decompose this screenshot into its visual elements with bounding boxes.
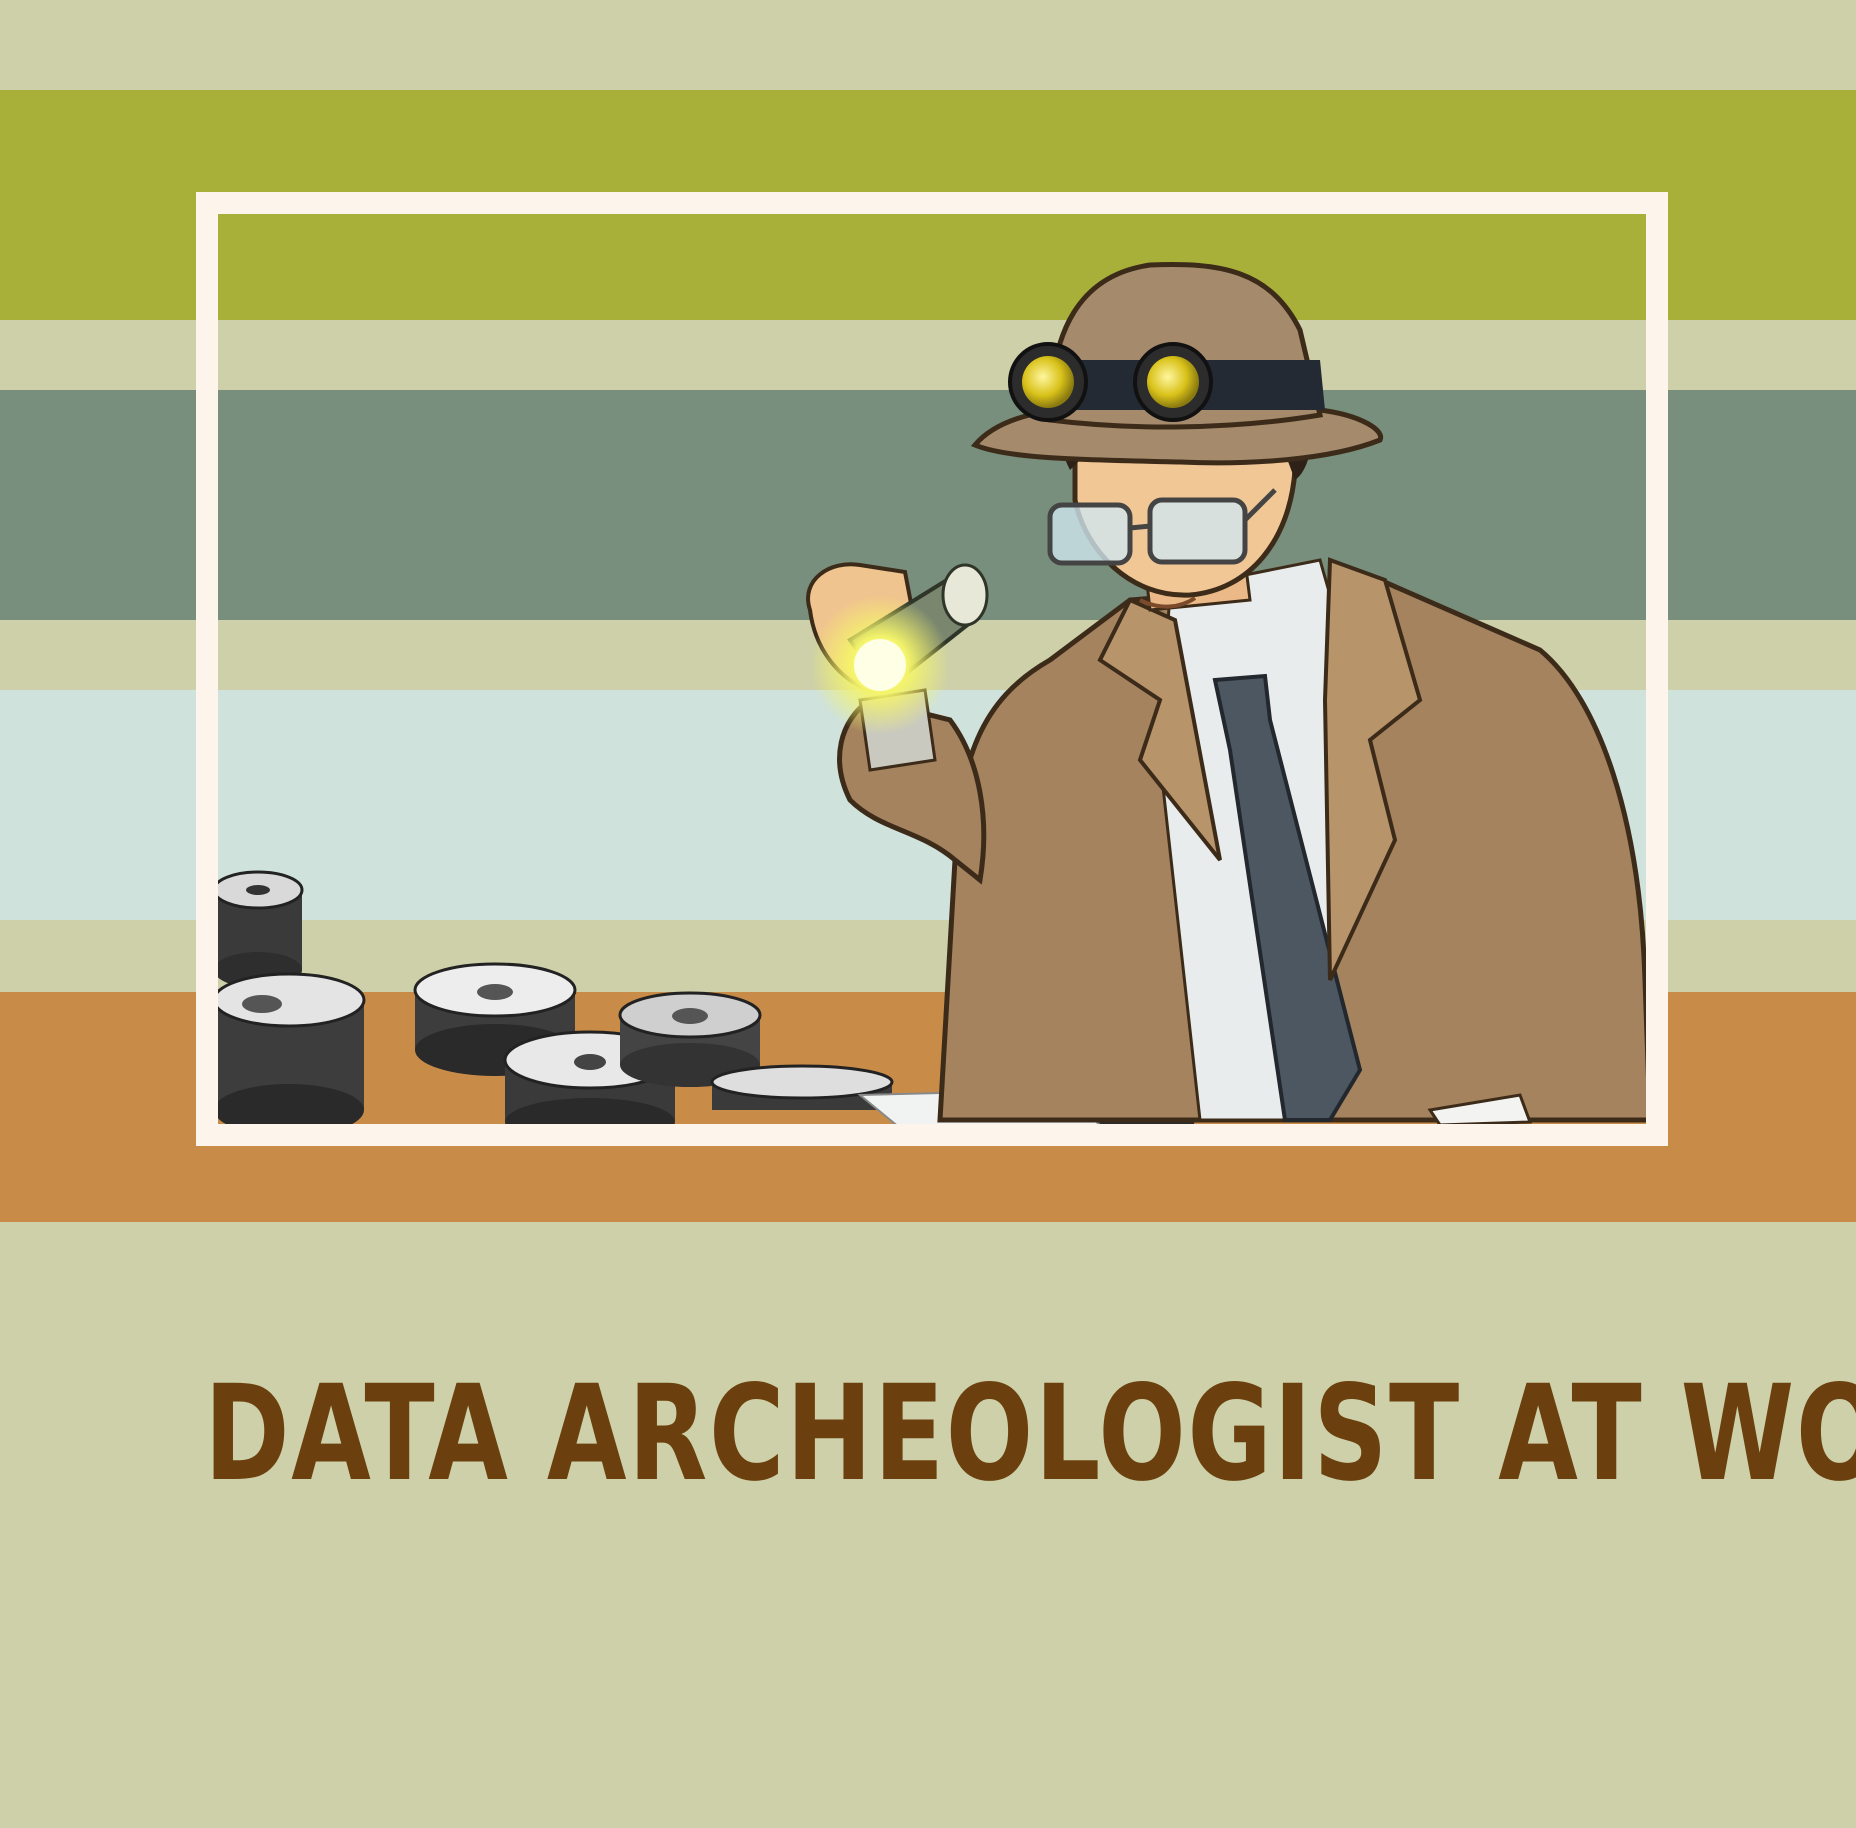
photo-frame <box>196 192 1668 1146</box>
poster-caption: DATA ARCHEOLOGIST AT WORK <box>204 1357 1856 1511</box>
poster: DATA ARCHEOLOGIST AT WORK <box>0 0 1856 1828</box>
